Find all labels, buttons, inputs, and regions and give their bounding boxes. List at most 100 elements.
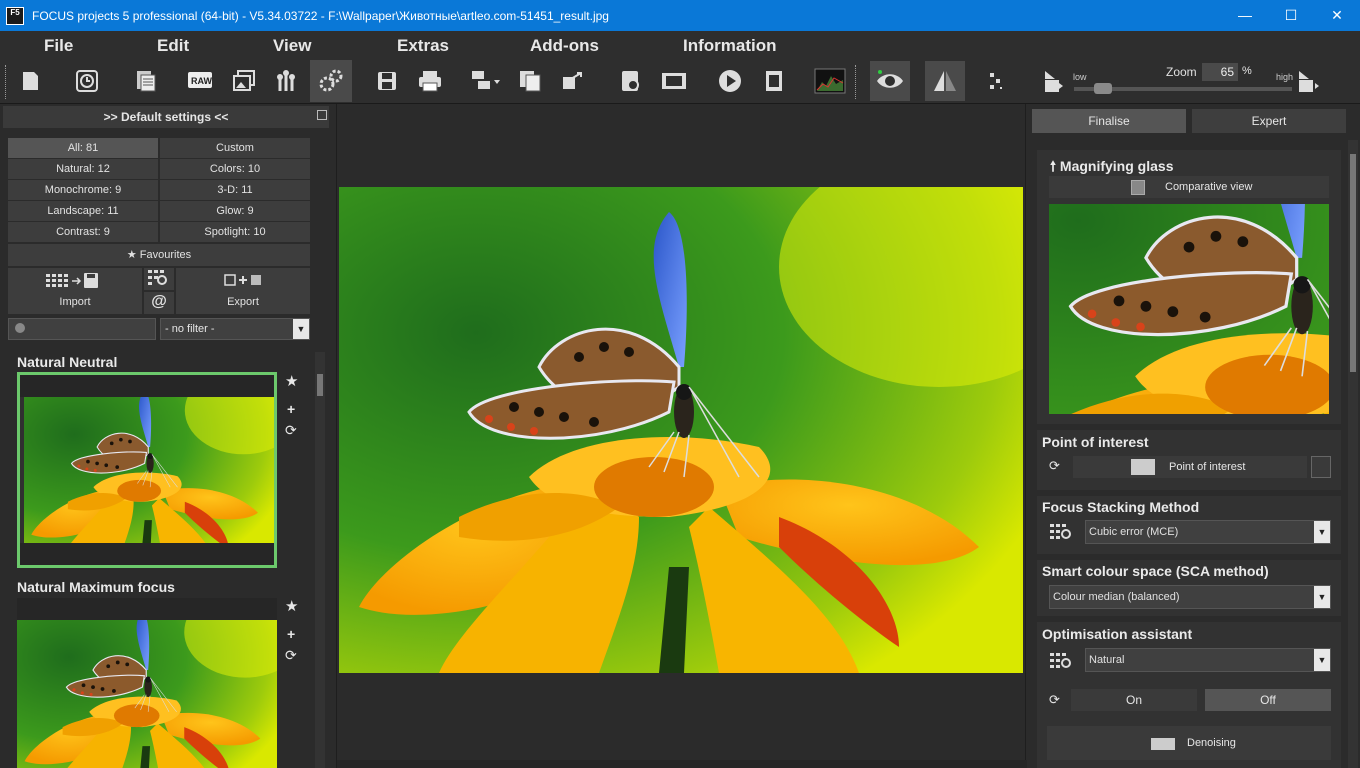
favourite-star-icon[interactable]: ★ xyxy=(285,372,298,390)
optimisation-select[interactable]: Natural ▼ xyxy=(1085,648,1331,672)
comparative-view-label: Comparative view xyxy=(1165,181,1253,193)
preview-eye-icon[interactable] xyxy=(870,61,910,101)
main-image[interactable] xyxy=(339,187,1023,673)
category-button[interactable]: Colors: 10 xyxy=(160,159,310,179)
reset-icon[interactable]: ⟳ xyxy=(1049,692,1060,708)
preset-card[interactable] xyxy=(17,598,277,768)
category-button[interactable]: Natural: 12 xyxy=(8,159,158,179)
compare-split-icon[interactable] xyxy=(925,61,965,101)
import-grid-icon xyxy=(46,273,98,288)
images-icon[interactable] xyxy=(224,61,264,101)
zoom-value-field[interactable]: 65 xyxy=(1202,63,1238,81)
settings-gears-icon[interactable] xyxy=(310,60,352,102)
undock-icon[interactable] xyxy=(317,110,327,120)
export-button[interactable]: Export xyxy=(176,268,310,314)
menu-edit[interactable]: Edit xyxy=(157,36,189,56)
close-button[interactable]: ✕ xyxy=(1314,0,1360,31)
magnifying-glass-section: 🠕 Magnifying glass Comparative view xyxy=(1037,150,1341,424)
zoom-slider-thumb[interactable] xyxy=(1094,83,1112,94)
film-settings-icon[interactable] xyxy=(754,61,794,101)
copy-document-icon[interactable] xyxy=(510,61,550,101)
zoom-high-label: high xyxy=(1276,72,1294,82)
zoom-label: Zoom xyxy=(1166,65,1197,79)
email-at-button[interactable]: @ xyxy=(144,292,174,314)
stacking-method-select[interactable]: Cubic error (MCE) ▼ xyxy=(1085,520,1331,544)
history-icon[interactable] xyxy=(67,61,107,101)
category-button[interactable]: 3-D: 11 xyxy=(160,180,310,200)
presets-scrollbar[interactable] xyxy=(315,352,325,768)
main-image-area[interactable] xyxy=(336,104,1027,768)
category-button[interactable]: Glow: 9 xyxy=(160,201,310,221)
add-icon[interactable]: + xyxy=(287,626,295,642)
zoom-out-icon[interactable] xyxy=(1034,61,1074,101)
search-preset-icon[interactable] xyxy=(144,268,174,290)
document-list-icon[interactable] xyxy=(125,61,165,101)
tab-expert[interactable]: Expert xyxy=(1192,109,1346,133)
new-project-icon[interactable] xyxy=(10,61,50,101)
preset-card-selected[interactable] xyxy=(17,372,277,568)
settings-scrollbar[interactable] xyxy=(1348,140,1358,768)
maximize-button[interactable]: ☐ xyxy=(1268,0,1314,31)
import-button[interactable]: Import xyxy=(8,268,142,314)
sca-section: Smart colour space (SCA method) Colour m… xyxy=(1037,560,1341,616)
brushes-icon[interactable] xyxy=(266,61,306,101)
scrollbar-thumb[interactable] xyxy=(317,374,323,396)
collapse-arrow-icon[interactable]: 🠕 xyxy=(1050,158,1060,174)
zoom-in-icon[interactable] xyxy=(1290,61,1330,101)
raw-icon[interactable]: RAW xyxy=(180,61,220,101)
share-icon[interactable] xyxy=(553,61,593,101)
menu-information[interactable]: Information xyxy=(683,36,777,56)
add-icon[interactable]: + xyxy=(287,401,295,417)
focus-stacking-section: Focus Stacking Method Cubic error (MCE) … xyxy=(1037,496,1341,554)
preset-thumbnail xyxy=(24,397,274,543)
presets-panel: >> Default settings << All: 81 Custom Natu… xyxy=(0,104,332,768)
slideshow-play-icon[interactable] xyxy=(710,61,750,101)
point-of-interest-button[interactable]: Point of interest xyxy=(1073,456,1307,478)
optimisation-on-button[interactable]: On xyxy=(1071,689,1197,711)
preset-search-input[interactable] xyxy=(8,318,156,340)
refresh-icon[interactable]: ⟳ xyxy=(285,422,297,439)
denoising-button[interactable]: Denoising xyxy=(1047,726,1331,760)
default-settings-header[interactable]: >> Default settings << xyxy=(3,106,329,128)
menu-file[interactable]: File xyxy=(44,36,73,56)
histogram-icon[interactable] xyxy=(810,61,850,101)
toolbar-separator xyxy=(855,65,857,99)
batch-export-icon[interactable] xyxy=(465,61,505,101)
menu-view[interactable]: View xyxy=(273,36,311,56)
chevron-down-icon: ▼ xyxy=(1314,649,1330,671)
magnifier-preview[interactable] xyxy=(1049,204,1329,414)
category-button[interactable]: Monochrome: 9 xyxy=(8,180,158,200)
chevron-down-icon: ▼ xyxy=(1314,521,1330,543)
status-bar xyxy=(337,760,1027,768)
favourite-star-icon[interactable]: ★ xyxy=(285,597,298,615)
category-button[interactable]: Spotlight: 10 xyxy=(160,222,310,242)
comparative-view-button[interactable]: Comparative view xyxy=(1049,176,1329,198)
filmstrip-icon[interactable] xyxy=(654,61,694,101)
tab-finalise[interactable]: Finalise xyxy=(1032,109,1186,133)
search-icon xyxy=(15,323,25,333)
save-icon[interactable] xyxy=(367,61,407,101)
category-button[interactable]: Contrast: 9 xyxy=(8,222,158,242)
dotted-grid-icon[interactable] xyxy=(976,61,1016,101)
filter-value: - no filter - xyxy=(165,323,215,335)
category-button[interactable]: All: 81 xyxy=(8,138,158,158)
optimisation-off-button[interactable]: Off xyxy=(1205,689,1331,711)
minimize-button[interactable]: — xyxy=(1222,0,1268,31)
category-button[interactable]: Landscape: 11 xyxy=(8,201,158,221)
refresh-icon[interactable]: ⟳ xyxy=(285,647,297,664)
scrollbar-thumb[interactable] xyxy=(1350,154,1356,372)
zoom-low-label: low xyxy=(1073,72,1087,82)
menu-addons[interactable]: Add-ons xyxy=(530,36,599,56)
menu-extras[interactable]: Extras xyxy=(397,36,449,56)
optimisation-section: Optimisation assistant Natural ▼ ⟳ On Of… xyxy=(1037,622,1341,768)
print-icon[interactable] xyxy=(410,61,450,101)
open-file-icon[interactable] xyxy=(611,61,651,101)
optimisation-title: Optimisation assistant xyxy=(1042,626,1193,642)
copy-poi-icon[interactable] xyxy=(1311,456,1331,478)
stacking-grid-icon xyxy=(1050,524,1071,539)
reset-icon[interactable]: ⟳ xyxy=(1049,458,1060,474)
favourites-button[interactable]: ★ Favourites xyxy=(8,244,310,266)
sca-method-select[interactable]: Colour median (balanced) ▼ xyxy=(1049,585,1331,609)
filter-select[interactable]: - no filter - ▼ xyxy=(160,318,310,340)
category-button[interactable]: Custom xyxy=(160,138,310,158)
